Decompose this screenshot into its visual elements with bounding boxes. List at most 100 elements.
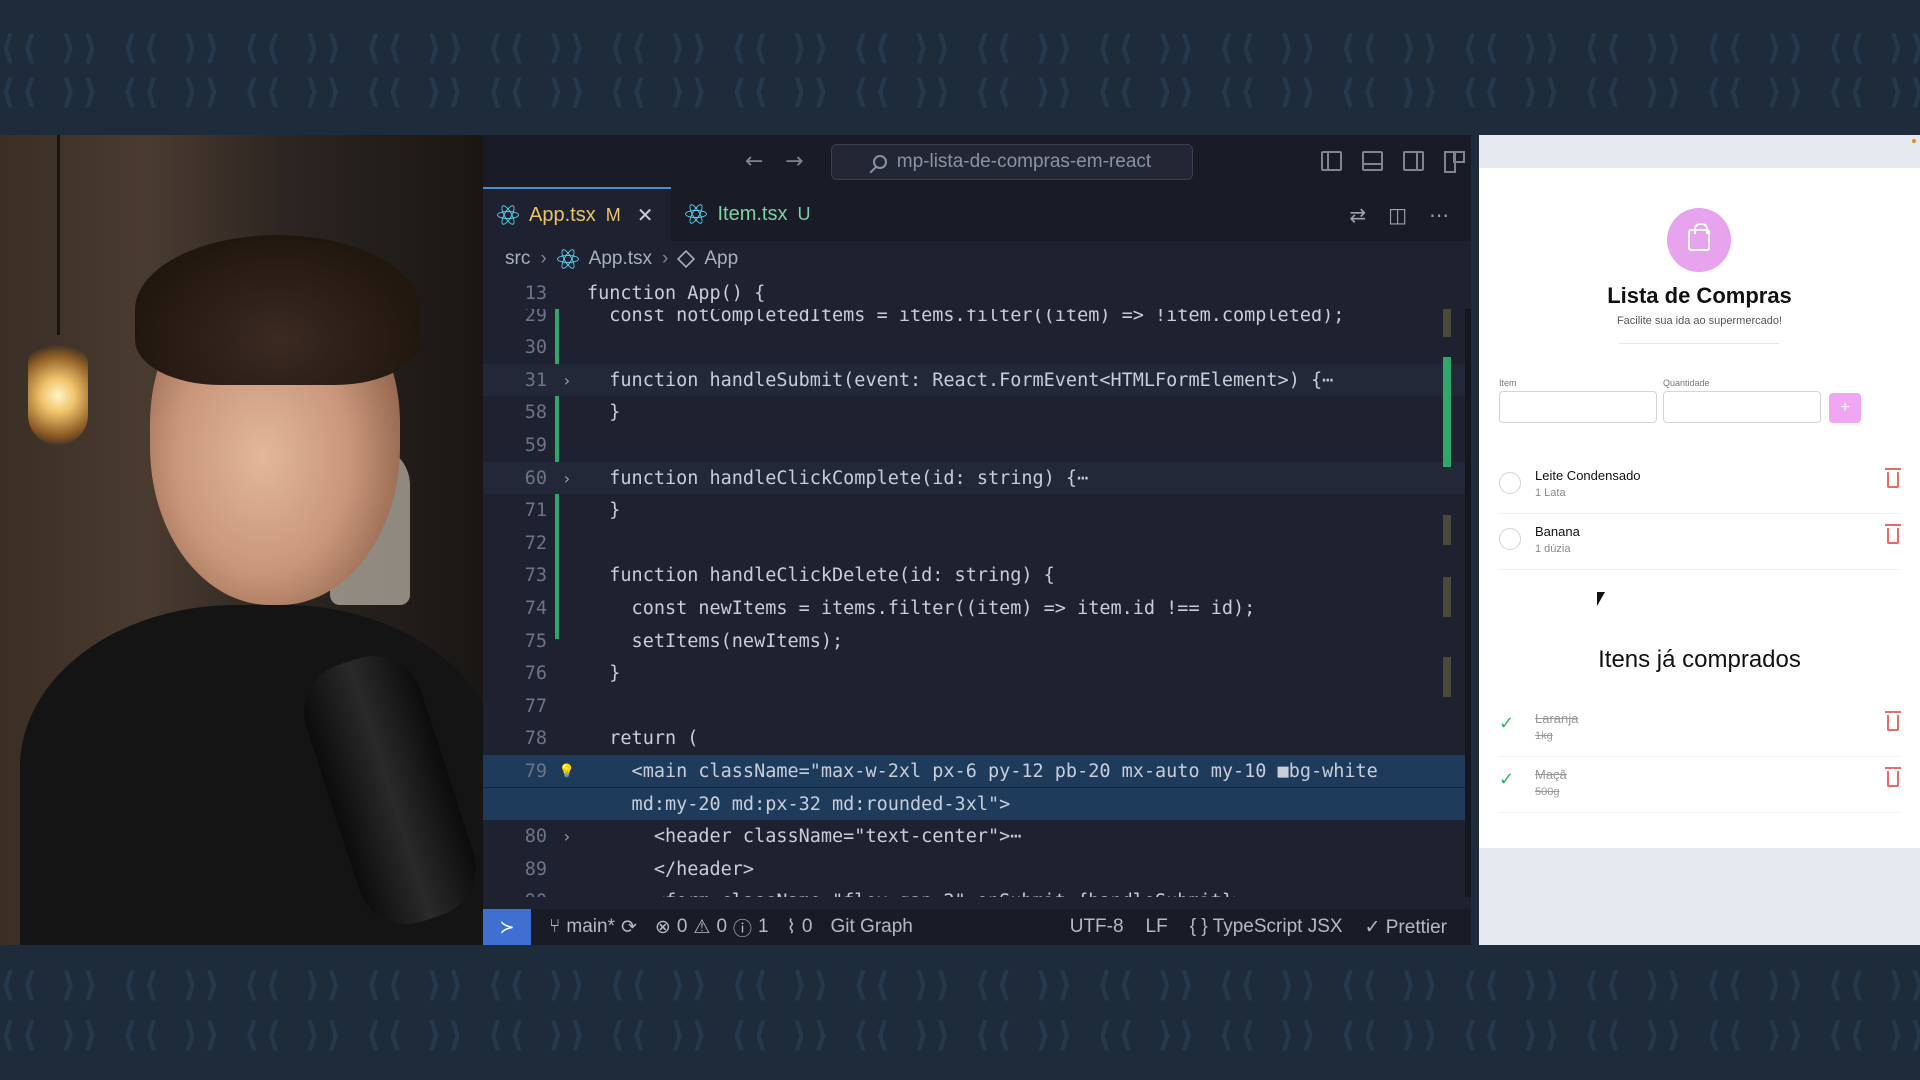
command-center-search[interactable]: mp-lista-de-compras-em-react — [831, 144, 1193, 180]
code-text: } — [587, 402, 621, 424]
more-actions-icon[interactable]: ⋯ — [1429, 203, 1449, 227]
split-editor-icon[interactable]: ◫ — [1388, 203, 1407, 227]
encoding[interactable]: UTF-8 — [1070, 916, 1124, 939]
app-card: Lista de Compras Facilite sua ida ao sup… — [1479, 168, 1920, 848]
tab-app-tsx[interactable]: App.tsx M ✕ — [483, 187, 672, 241]
completed-heading: Itens já comprados — [1598, 646, 1801, 673]
trash-icon[interactable] — [1885, 767, 1901, 787]
branch-name: main* — [566, 916, 615, 937]
end-of-line[interactable]: LF — [1146, 916, 1168, 939]
tab-status: U — [797, 203, 811, 224]
breadcrumb-folder[interactable]: src — [505, 248, 530, 270]
code-line: 75 setItems(newItems); — [483, 625, 1471, 657]
line-number: 31 — [524, 369, 547, 391]
check-icon[interactable]: ✓ — [1499, 769, 1514, 790]
git-graph-button[interactable]: Git Graph — [830, 916, 912, 938]
vertical-scrollbar[interactable] — [1465, 277, 1471, 897]
lamp-cord — [57, 135, 60, 335]
webcam-feed — [0, 135, 483, 945]
code-line: 74 const newItems = items.filter((item) … — [483, 592, 1471, 624]
close-icon[interactable]: ✕ — [637, 203, 654, 228]
toggle-secondary-sidebar-icon[interactable] — [1403, 151, 1424, 171]
fold-chevron-icon[interactable]: › — [547, 371, 587, 390]
line-number: 89 — [524, 858, 547, 880]
notification-dot — [1912, 139, 1916, 143]
check-icon: ✓ — [1364, 916, 1381, 938]
code-line: 31 › function handleSubmit(event: React.F… — [483, 364, 1471, 397]
info-count: 1 — [758, 916, 769, 937]
code-line: 73 function handleClickDelete(id: string… — [483, 560, 1471, 592]
code-line: 77 — [483, 690, 1471, 722]
git-branch[interactable]: ⑂ main* ⟳ — [549, 916, 637, 939]
warning-icon: ⚠ — [693, 916, 711, 938]
sync-icon: ⟳ — [620, 916, 637, 938]
tab-bar: App.tsx M ✕ Item.tsx U ⇄ ◫ ⋯ — [483, 187, 1471, 241]
item-quantity: 1 Lata — [1535, 487, 1566, 499]
breadcrumb: src › App.tsx › App — [483, 241, 1471, 277]
shopping-bag-icon — [1667, 208, 1731, 272]
item-quantity: 500g — [1535, 786, 1560, 798]
code-text: } — [587, 500, 621, 522]
line-number: 80 — [524, 826, 547, 848]
line-number: 73 — [524, 565, 547, 587]
back-arrow-icon[interactable]: ← — [745, 149, 763, 174]
trash-icon[interactable] — [1885, 468, 1901, 488]
forward-arrow-icon[interactable]: → — [785, 149, 803, 174]
completed-item: ✓ Laranja 1kg — [1499, 701, 1901, 757]
line-number: 60 — [524, 467, 547, 489]
list-item: Leite Condensado 1 Lata — [1499, 458, 1901, 514]
check-icon[interactable]: ✓ — [1499, 713, 1514, 734]
complete-checkbox[interactable] — [1499, 472, 1521, 494]
react-file-icon — [497, 203, 519, 227]
branch-icon: ⑂ — [549, 916, 561, 937]
code-editor: ← → mp-lista-de-compras-em-react App.tsx… — [483, 135, 1471, 945]
line-number: 79 — [524, 760, 547, 782]
tab-item-tsx[interactable]: Item.tsx U — [671, 187, 828, 241]
search-text: mp-lista-de-compras-em-react — [896, 151, 1152, 172]
fold-chevron-icon[interactable]: › — [547, 892, 587, 897]
toggle-sidebar-icon[interactable] — [1321, 151, 1342, 171]
line-number: 76 — [524, 663, 547, 685]
editor-actions: ⇄ ◫ ⋯ — [1349, 203, 1449, 227]
browser-preview: Lista de Compras Facilite sua ida ao sup… — [1479, 135, 1920, 945]
remote-icon[interactable]: ≻ — [483, 909, 531, 945]
problems-indicator[interactable]: ⊗ 0 ⚠ 0 ⓘ 1 — [655, 914, 769, 941]
completed-item: ✓ Maçã 500g — [1499, 757, 1901, 813]
breadcrumb-symbol[interactable]: App — [704, 248, 738, 270]
divider — [1619, 343, 1779, 344]
code-text: function handleClickComplete(id: string)… — [587, 467, 1089, 489]
fold-chevron-icon[interactable]: › — [547, 827, 587, 846]
info-icon: ⓘ — [733, 918, 753, 940]
status-right: UTF-8 LF { } TypeScript JSX ✓ Prettier — [1070, 916, 1447, 939]
trash-icon[interactable] — [1885, 711, 1901, 731]
ports-indicator[interactable]: ⌇ 0 — [787, 916, 813, 939]
fold-chevron-icon[interactable]: › — [547, 469, 587, 488]
code-area[interactable]: 29 const notCompletedItems = items.filte… — [483, 277, 1471, 897]
antenna-icon: ⌇ — [786, 916, 796, 938]
code-line: 89 </header> — [483, 853, 1471, 885]
complete-checkbox[interactable] — [1499, 528, 1521, 550]
breadcrumb-file[interactable]: App.tsx — [589, 248, 652, 270]
add-item-button[interactable]: + — [1829, 393, 1861, 423]
prettier-status[interactable]: ✓ Prettier — [1365, 916, 1447, 939]
warning-count: 0 — [716, 916, 728, 937]
trash-icon[interactable] — [1885, 524, 1901, 544]
compare-changes-icon[interactable]: ⇄ — [1349, 203, 1366, 227]
sticky-code: function App() { — [587, 282, 766, 304]
customize-layout-icon[interactable] — [1444, 151, 1465, 173]
language-mode[interactable]: { } TypeScript JSX — [1190, 916, 1343, 939]
minimap-indicators — [1435, 277, 1461, 737]
lightbulb-icon: 💡 — [558, 763, 576, 779]
code-text: md:my-20 md:px-32 md:rounded-3xl"> — [587, 793, 1011, 815]
code-text: const newItems = items.filter((item) => … — [587, 597, 1256, 619]
toggle-panel-icon[interactable] — [1362, 151, 1383, 171]
line-number: 90 — [483, 891, 547, 897]
quantity-input[interactable] — [1663, 391, 1821, 423]
chevron-right-icon: › — [662, 248, 669, 269]
line-number: 58 — [524, 402, 547, 424]
tab-label: Item.tsx — [717, 202, 788, 225]
code-text: <header className="text-center">⋯ — [587, 826, 1022, 848]
item-input[interactable] — [1499, 391, 1657, 423]
braces-icon: { } — [1189, 915, 1208, 937]
code-line: md:my-20 md:px-32 md:rounded-3xl"> — [483, 788, 1471, 820]
